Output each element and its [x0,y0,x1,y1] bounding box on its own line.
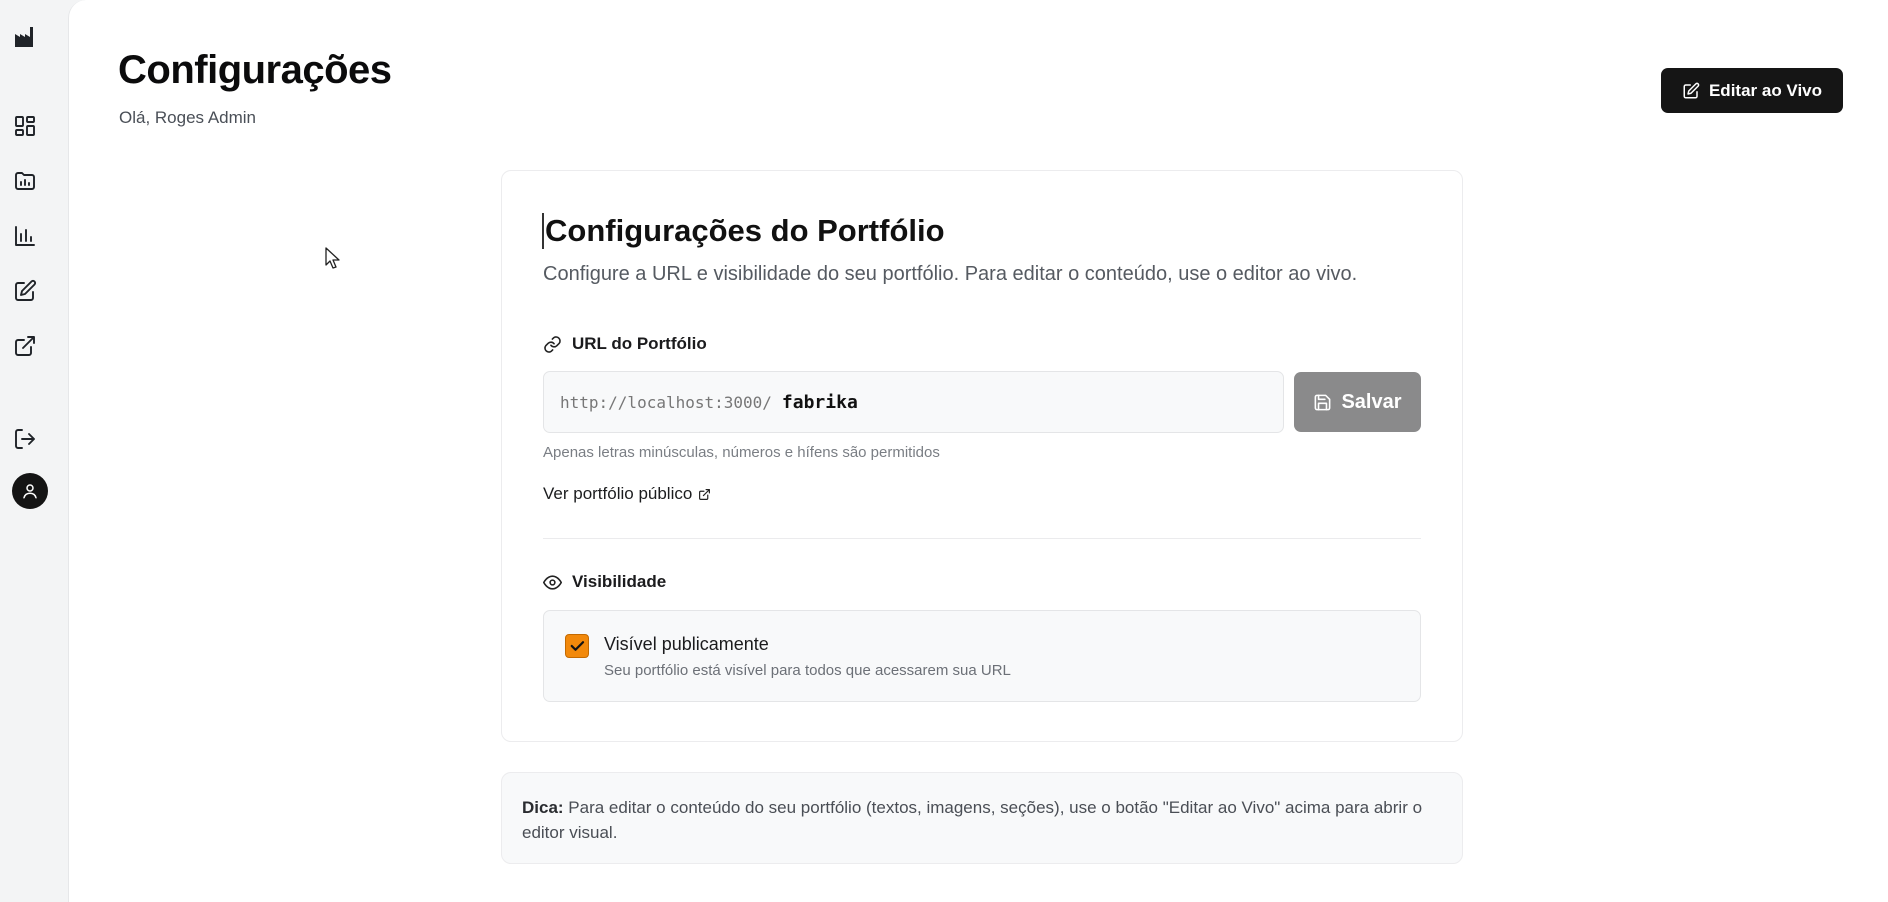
tip-text: Para editar o conteúdo do seu portfólio … [522,798,1423,842]
edit-live-button[interactable]: Editar ao Vivo [1661,68,1843,113]
main-content: Configurações Olá, Roges Admin Editar ao… [68,0,1888,902]
view-public-portfolio-link[interactable]: Ver portfólio público [543,484,711,504]
user-avatar-icon[interactable] [12,473,48,509]
section-divider [543,538,1421,539]
tip-label: Dica: [522,798,564,817]
visibility-subtitle: Seu portfólio está visível para todos qu… [604,662,1011,679]
eye-icon [543,574,562,590]
public-link-label: Ver portfólio público [543,484,693,503]
save-label: Salvar [1341,390,1402,413]
checkmark-icon [570,641,585,651]
portfolio-settings-card: Configurações do Portfólio Configure a U… [501,170,1463,742]
card-description: Configure a URL e visibilidade do seu po… [543,263,1358,285]
factory-logo-icon[interactable] [10,22,40,52]
url-section-text: URL do Portfólio [572,334,707,353]
projects-folder-icon[interactable] [10,166,40,196]
edit-icon[interactable] [10,276,40,306]
external-link-icon[interactable] [10,331,40,361]
sidebar [0,0,68,902]
external-link-icon [699,488,711,500]
url-prefix: http://localhost:3000/ [560,392,772,412]
url-hint: Apenas letras minúsculas, números e hífe… [543,444,940,461]
save-icon [1315,394,1331,410]
visibility-title: Visível publicamente [604,634,769,654]
visibility-section-label: Visibilidade [543,572,666,592]
edit-live-label: Editar ao Vivo [1708,80,1823,100]
url-section-label: URL do Portfólio [543,334,707,354]
visibility-option: Visível publicamente Seu portfólio está … [543,610,1421,702]
save-button[interactable]: Salvar [1294,372,1421,432]
greeting-text: Olá, Roges Admin [119,108,257,127]
analytics-chart-icon[interactable] [10,221,40,251]
portfolio-slug-input[interactable] [781,391,1182,413]
logout-icon[interactable] [10,424,40,454]
portfolio-url-field[interactable]: http://localhost:3000/ [543,371,1284,433]
mouse-cursor-icon [325,247,340,269]
visibility-section-text: Visibilidade [572,572,667,591]
dashboard-icon[interactable] [10,111,40,141]
card-title: Configurações do Portfólio [542,213,945,249]
link-icon [544,335,561,353]
public-visibility-checkbox[interactable] [565,634,589,658]
page-title: Configurações [118,48,392,92]
edit-icon [1683,82,1700,98]
tip-box: Dica: Para editar o conteúdo do seu port… [501,772,1463,864]
